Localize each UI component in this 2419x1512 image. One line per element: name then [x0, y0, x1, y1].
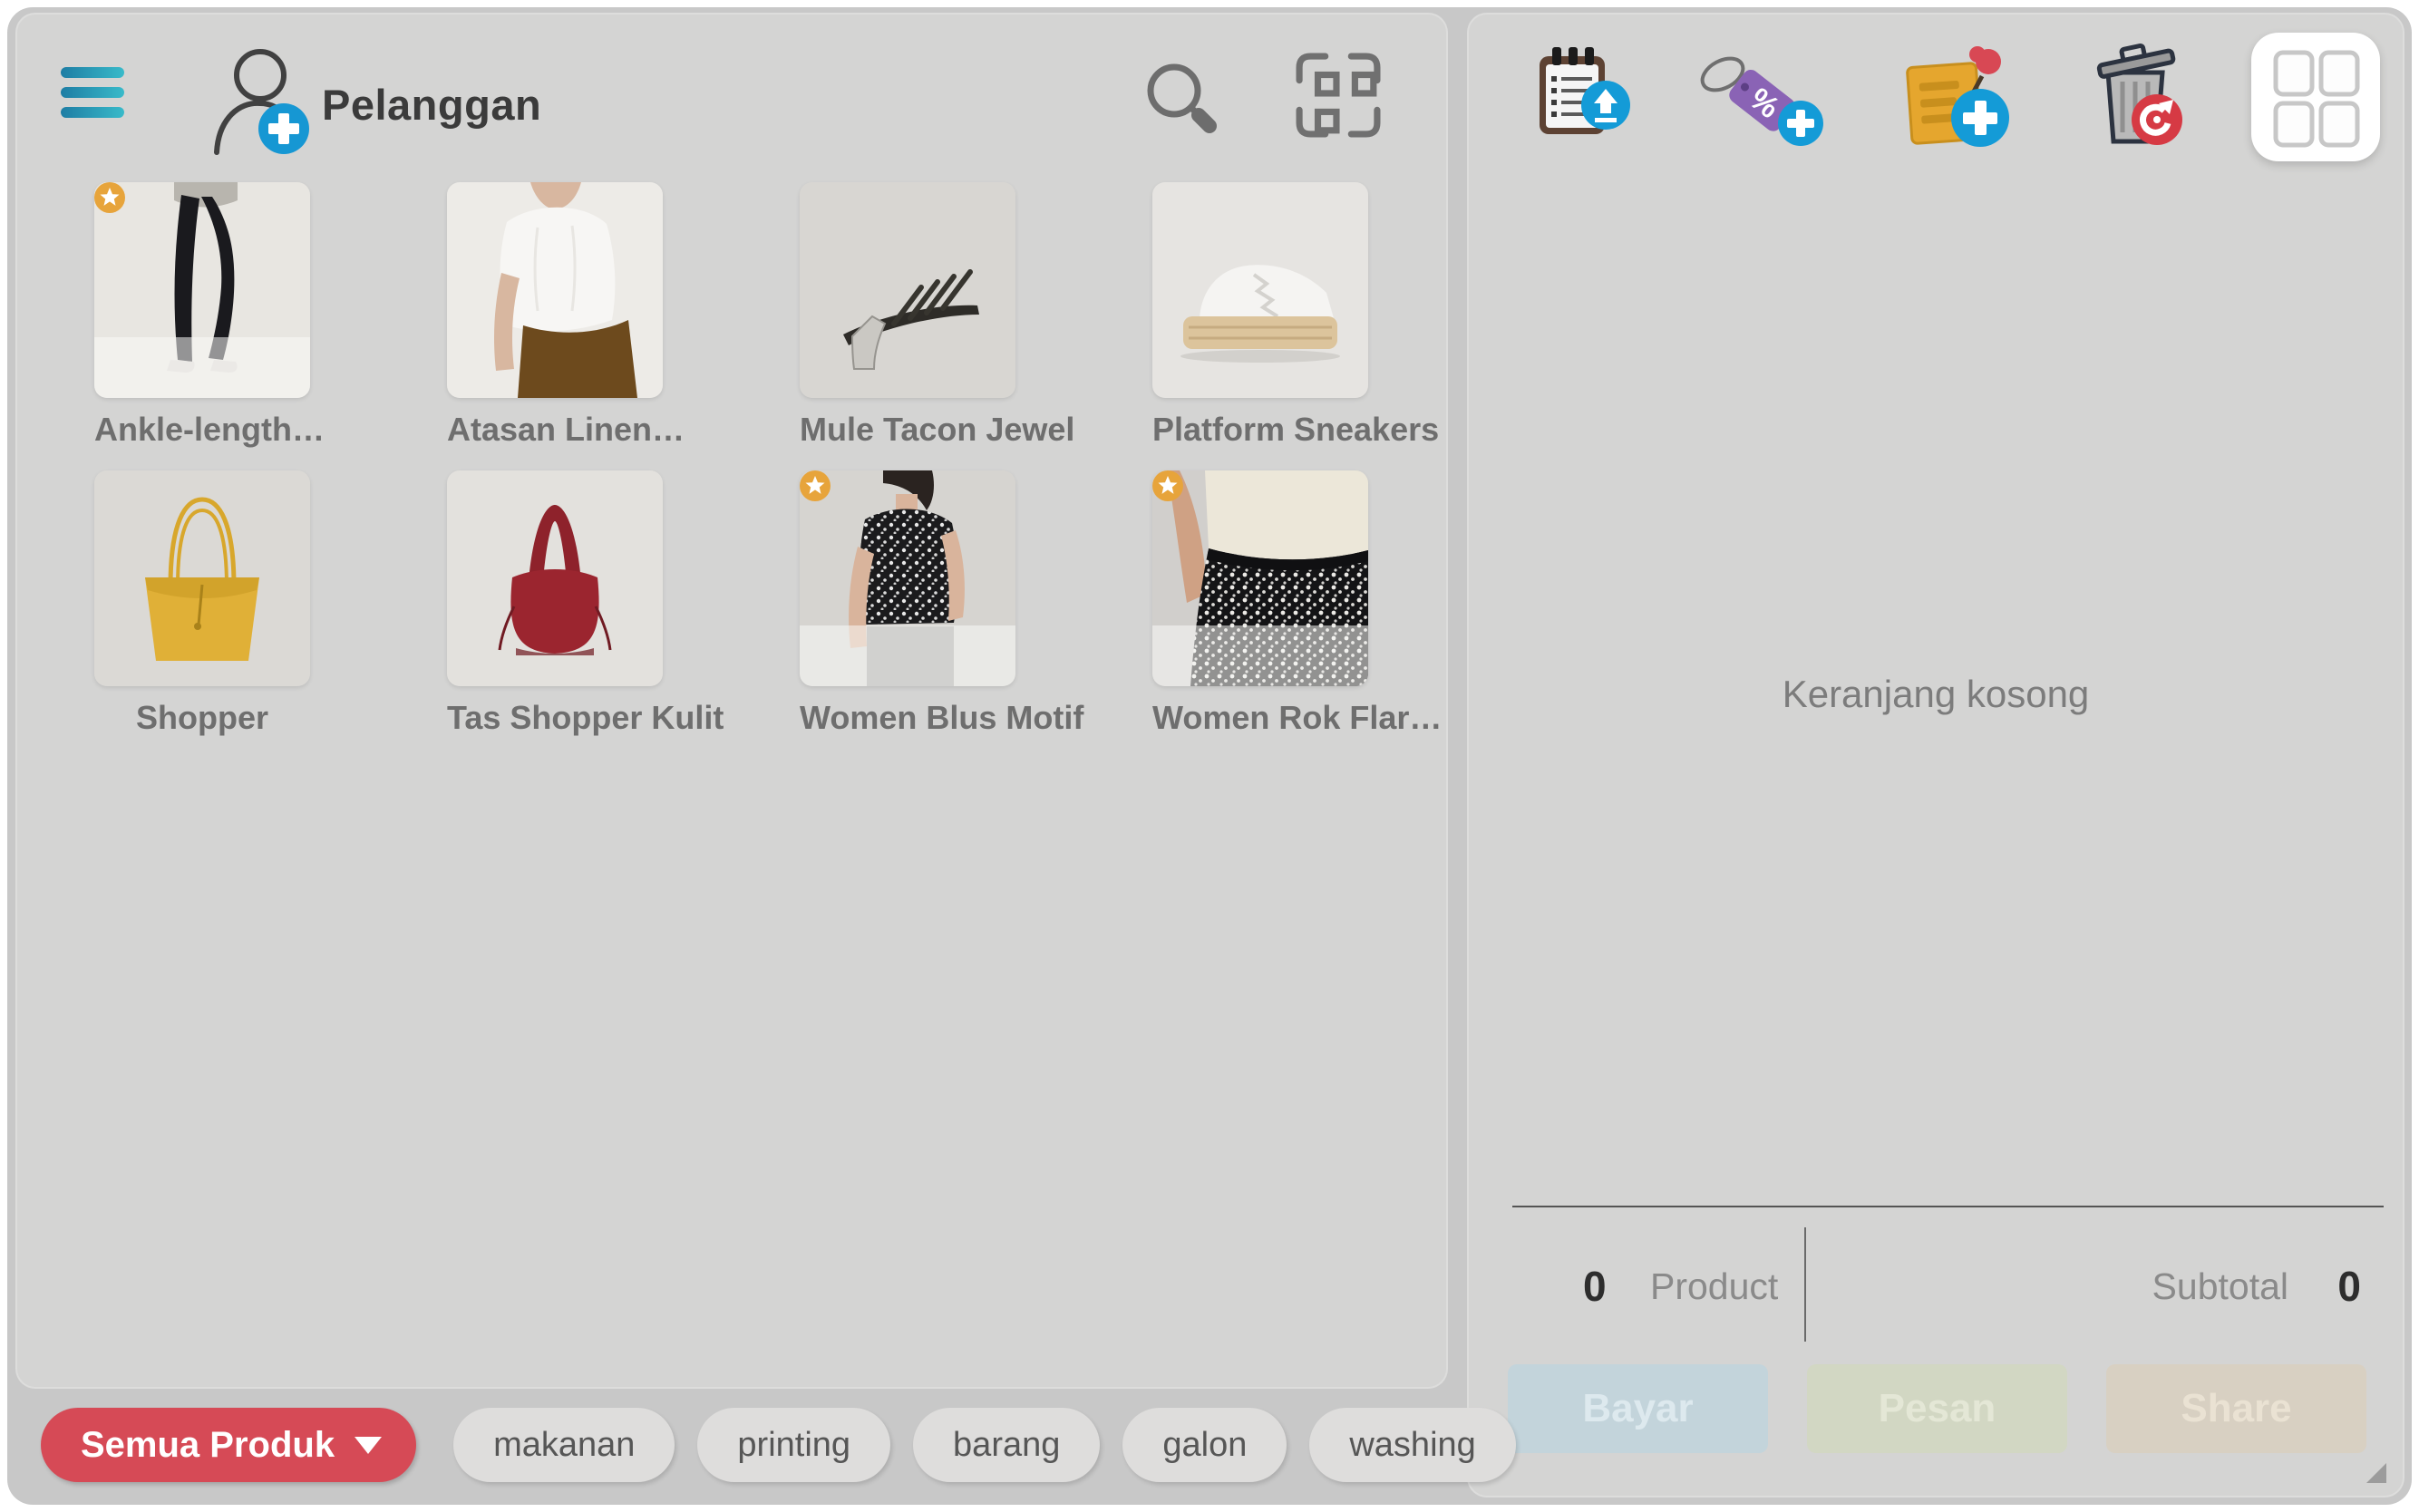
product-card[interactable]: Platform Sneakers	[1152, 182, 1368, 470]
menu-icon[interactable]	[61, 67, 124, 120]
category-bar: Semua Produk makanan printing barang gal…	[41, 1408, 1516, 1482]
favorite-band	[94, 337, 310, 398]
product-card[interactable]: Shopper	[94, 470, 310, 759]
empty-cart-message: Keranjang kosong	[1467, 673, 2404, 716]
product-image-women-blus-motif	[800, 470, 1015, 686]
star-badge-icon	[800, 470, 831, 501]
order-button[interactable]: Pesan	[1807, 1364, 2067, 1453]
category-chip-barang[interactable]: barang	[913, 1408, 1100, 1482]
product-card[interactable]: Ankle-length…	[94, 182, 310, 470]
product-image-shopper-bag	[94, 470, 310, 686]
cart-count-value: 0	[1583, 1262, 1607, 1311]
add-note-icon[interactable]	[1900, 38, 2011, 149]
subtotal-label: Subtotal	[2152, 1265, 2288, 1308]
add-discount-icon[interactable]: %	[1695, 44, 1830, 149]
cart-actions: Bayar Pesan Share	[1508, 1364, 2366, 1453]
cart-count-label: Product	[1650, 1265, 1778, 1308]
product-panel: Pelanggan	[15, 13, 1448, 1389]
grid-view-button[interactable]	[2251, 33, 2380, 161]
category-chip-galon[interactable]: galon	[1122, 1408, 1287, 1482]
chevron-down-icon	[355, 1437, 382, 1454]
product-name: Women Blus Motif	[800, 699, 1015, 737]
selected-category-label: Semua Produk	[81, 1425, 335, 1466]
product-name: Ankle-length…	[94, 411, 310, 449]
clear-cart-icon[interactable]	[2088, 36, 2182, 149]
app-background: Pelanggan	[7, 7, 2412, 1505]
product-card[interactable]: Mule Tacon Jewel	[800, 182, 1015, 470]
product-name: Tas Shopper Kulit	[447, 699, 663, 737]
product-image-tas-shopper-kulit	[447, 470, 663, 686]
star-badge-icon	[94, 182, 125, 213]
product-card[interactable]: Tas Shopper Kulit	[447, 470, 663, 759]
star-badge-icon	[1152, 470, 1183, 501]
product-image-mule-tacon	[800, 182, 1015, 398]
subtotal-value: 0	[2337, 1262, 2361, 1311]
totals-divider	[1512, 1206, 2384, 1207]
product-image-women-rok-flare	[1152, 470, 1368, 686]
product-name: Women Rok Flar…	[1152, 699, 1368, 737]
category-chip-washing[interactable]: washing	[1309, 1408, 1515, 1482]
upload-order-icon[interactable]	[1532, 45, 1634, 140]
product-grid: Ankle-length… Atasan Linen…	[94, 182, 1368, 759]
favorite-band	[1152, 625, 1368, 686]
cart-panel: %	[1467, 13, 2404, 1497]
grid-2x2-icon	[2251, 33, 2380, 161]
category-chip-makanan[interactable]: makanan	[453, 1408, 675, 1482]
product-image-atasan-linen	[447, 182, 663, 398]
product-name: Shopper	[94, 699, 310, 737]
category-all-products-button[interactable]: Semua Produk	[41, 1408, 416, 1482]
page-title: Pelanggan	[322, 80, 541, 130]
category-chip-printing[interactable]: printing	[697, 1408, 890, 1482]
product-name: Platform Sneakers	[1152, 411, 1368, 449]
add-customer-icon[interactable]	[204, 44, 311, 156]
search-icon[interactable]	[1141, 58, 1219, 136]
product-image-ankle-length-pants	[94, 182, 310, 398]
barcode-scan-icon[interactable]	[1296, 53, 1381, 138]
product-card[interactable]: Women Rok Flar…	[1152, 470, 1368, 759]
totals-vertical-divider	[1804, 1227, 1806, 1342]
product-card[interactable]: Women Blus Motif	[800, 470, 1015, 759]
product-card[interactable]: Atasan Linen…	[447, 182, 663, 470]
share-button[interactable]: Share	[2106, 1364, 2366, 1453]
product-name: Mule Tacon Jewel	[800, 411, 1015, 449]
favorite-band	[800, 625, 1015, 686]
product-name: Atasan Linen…	[447, 411, 663, 449]
pay-button[interactable]: Bayar	[1508, 1364, 1768, 1453]
resize-handle[interactable]	[2366, 1463, 2386, 1483]
product-image-platform-sneakers	[1152, 182, 1368, 398]
